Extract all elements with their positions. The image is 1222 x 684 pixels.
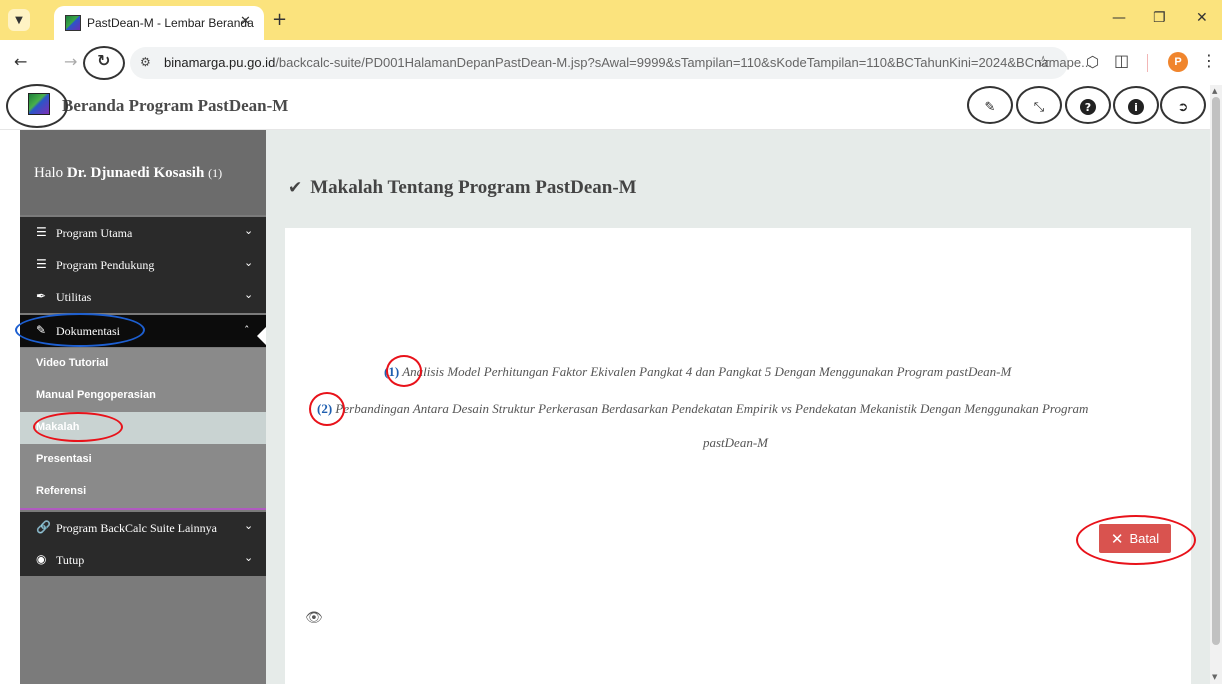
favicon-icon [65, 15, 81, 31]
site-info-icon[interactable]: ⚙ [140, 55, 151, 69]
chevron-down-icon: ⌄ [244, 288, 254, 301]
feather-icon: ✒ [36, 289, 47, 303]
annotation-ring-dokumentasi [15, 313, 145, 347]
annotation-ring-paper-2 [309, 392, 345, 426]
app-title: Beranda Program PastDean-M [62, 96, 289, 115]
chevron-down-icon: ⌄ [244, 256, 254, 269]
extensions-puzzle-icon[interactable]: ◫ [1114, 51, 1129, 70]
chevron-up-icon: ˆ [244, 324, 250, 337]
annotation-ring-pencil [967, 86, 1013, 124]
tab-search-icon[interactable]: ▼ [8, 9, 30, 31]
annotation-ring-paper-1 [386, 355, 422, 387]
profile-avatar[interactable]: P [1168, 52, 1188, 72]
annotation-ring-reload [83, 46, 125, 80]
paper-item-2-continued: pastDean-M [703, 435, 768, 450]
forward-icon[interactable]: → [64, 52, 77, 71]
sidebar-item-program-utama[interactable]: ☰ Program Utama ⌄ [20, 217, 266, 249]
restore-icon[interactable]: ❐ [1153, 10, 1166, 26]
url-text[interactable]: binamarga.pu.go.id/backcalc-suite/PD001H… [164, 55, 1092, 70]
address-bar[interactable]: ⚙ binamarga.pu.go.id/backcalc-suite/PD00… [130, 47, 1092, 79]
chevron-down-icon: ⌄ [244, 519, 254, 532]
paper-item-2: (2) Perbandingan Antara Desain Struktur … [317, 401, 1089, 416]
browser-toolbar: ← → ↻ ⚙ binamarga.pu.go.id/backcalc-suit… [0, 40, 1222, 85]
sidebar-item-tutup[interactable]: ◉ Tutup ⌄ [20, 544, 266, 576]
tab-close-icon[interactable]: ✕ [240, 14, 251, 29]
new-tab-icon[interactable]: + [272, 9, 287, 30]
submenu-item-video-tutorial[interactable]: Video Tutorial [20, 348, 266, 380]
submenu-item-manual-pengoperasian[interactable]: Manual Pengoperasian [20, 380, 266, 412]
annotation-ring-logo [6, 84, 68, 128]
browser-tab[interactable]: PastDean-M - Lembar Beranda ✕ [54, 6, 264, 40]
back-icon[interactable]: ← [14, 52, 27, 71]
main-content: ✔ Makalah Tentang Program PastDean-M (1) … [266, 130, 1210, 684]
chevron-down-icon: ⌄ [244, 551, 254, 564]
link-icon: 🔗 [36, 520, 51, 534]
toolbar-divider [1147, 54, 1148, 72]
bookmark-star-icon[interactable]: ☆ [1036, 52, 1050, 71]
browser-tab-strip: ▼ PastDean-M - Lembar Beranda ✕ + — ❐ ✕ [0, 0, 1222, 40]
section-title: ✔ Makalah Tentang Program PastDean-M [288, 177, 637, 198]
list-icon: ☰ [36, 257, 47, 271]
scrollbar-thumb[interactable] [1212, 97, 1220, 645]
user-greeting: Halo Dr. Djunaedi Kosasih (1) [20, 130, 266, 215]
chevron-down-icon: ⌄ [244, 224, 254, 237]
circle-stop-icon: ◉ [36, 552, 47, 566]
menu-kebab-icon[interactable]: ⋮ [1201, 51, 1217, 70]
paper-item-1: (1) Analisis Model Perhitungan Faktor Ek… [384, 364, 1012, 379]
annotation-ring-info [1113, 86, 1159, 124]
minimize-icon[interactable]: — [1112, 10, 1126, 26]
tab-title: PastDean-M - Lembar Beranda [87, 16, 254, 30]
extension-shield-icon[interactable]: ⬡ [1086, 53, 1099, 71]
eye-icon[interactable]: 👁 [305, 610, 323, 626]
annotation-ring-makalah [33, 412, 123, 442]
annotation-ring-expand [1016, 86, 1062, 124]
sidebar-item-utilitas[interactable]: ✒ Utilitas ⌄ [20, 281, 266, 313]
annotation-ring-cancel [1076, 515, 1196, 565]
submenu-item-referensi[interactable]: Referensi [20, 476, 266, 508]
submenu-item-presentasi[interactable]: Presentasi [20, 444, 266, 476]
annotation-ring-help [1065, 86, 1111, 124]
annotation-ring-logout [1160, 86, 1206, 124]
check-icon: ✔ [288, 178, 303, 198]
paper-list-card: (1) Analisis Model Perhitungan Faktor Ek… [285, 228, 1191, 684]
list-icon: ☰ [36, 225, 47, 239]
sidebar: Halo Dr. Djunaedi Kosasih (1) ☰ Program … [20, 130, 267, 684]
sidebar-item-backcalc-suite[interactable]: 🔗 Program BackCalc Suite Lainnya ⌄ [20, 512, 266, 544]
scroll-down-icon[interactable]: ▼ [1212, 673, 1217, 681]
window-close-icon[interactable]: ✕ [1196, 10, 1208, 26]
sidebar-item-program-pendukung[interactable]: ☰ Program Pendukung ⌄ [20, 249, 266, 281]
scroll-up-icon[interactable]: ▲ [1212, 87, 1217, 95]
